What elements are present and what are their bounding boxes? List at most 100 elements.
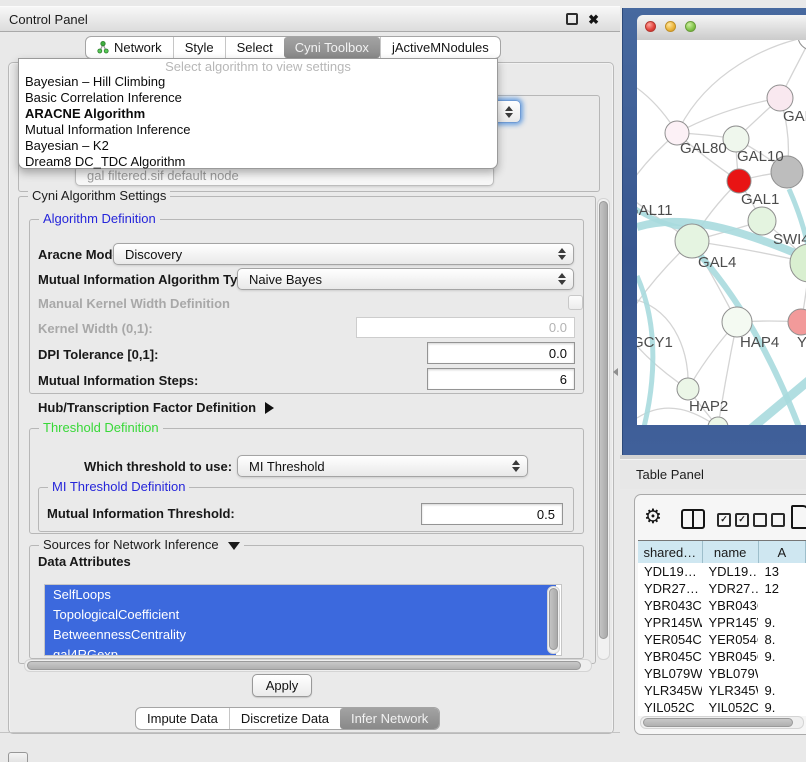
deselect-checks-icon[interactable]	[753, 513, 785, 527]
tab-label: Network	[114, 40, 162, 55]
attributes-scrollbar[interactable]	[547, 586, 560, 654]
select-all-checks-icon[interactable]: ✓✓	[717, 513, 749, 527]
table-row[interactable]: YDR27…YDR27…12	[638, 580, 806, 597]
table-row[interactable]: YBL079WYBL079W	[638, 665, 806, 682]
dropdown-placeholder: Select algorithm to view settings	[19, 59, 497, 74]
which-threshold-value: MI Threshold	[249, 459, 325, 474]
table-cell: YDL19…	[702, 563, 758, 580]
settings-horizontal-scrollbar[interactable]	[24, 659, 592, 672]
gear-icon[interactable]: ⚙	[644, 507, 662, 527]
apply-button[interactable]: Apply	[252, 674, 312, 697]
network-edge[interactable]	[677, 98, 780, 133]
aracne-mode-combo[interactable]: Discovery	[113, 243, 574, 265]
collapse-down-icon[interactable]	[228, 542, 240, 550]
table-row[interactable]: YER054CYER054C8.	[638, 631, 806, 648]
tab-impute-data[interactable]: Impute Data	[136, 708, 229, 729]
combo-arrows-icon	[505, 106, 513, 118]
tab-discretize-data[interactable]: Discretize Data	[229, 708, 340, 729]
scrollbar-thumb[interactable]	[549, 588, 558, 650]
mi-type-combo[interactable]: Naive Bayes	[237, 268, 574, 290]
node-label-gal1: GAL1	[741, 191, 779, 208]
algorithm-option-aracne-algorithm[interactable]: ARACNE Algorithm	[19, 106, 497, 122]
node-top-partial[interactable]	[798, 40, 806, 50]
tab-infer-network[interactable]: Infer Network	[340, 708, 439, 729]
node-label-gal4: GAL4	[698, 254, 736, 271]
tab-jactivemnodules[interactable]: jActiveMNodules	[380, 37, 500, 58]
algorithm-option-bayesian-k2[interactable]: Bayesian – K2	[19, 138, 497, 154]
network-window-titlebar[interactable]	[637, 15, 806, 41]
which-threshold-combo[interactable]: MI Threshold	[237, 455, 528, 477]
close-traffic-light-icon[interactable]	[645, 21, 656, 32]
attribute-item-betweennesscentrality[interactable]: BetweennessCentrality	[45, 625, 556, 645]
algorithm-option-dream8-dc-tdc-algorithm[interactable]: Dream8 DC_TDC Algorithm	[19, 154, 497, 170]
mi-type-value: Naive Bayes	[249, 272, 322, 287]
table-cell	[758, 597, 806, 614]
table-row[interactable]: YPR145WYPR145W9.	[638, 614, 806, 631]
node-below-gal1[interactable]	[748, 207, 776, 235]
node-gal4[interactable]	[675, 224, 709, 258]
hub-definition-toggle[interactable]: Hub/Transcription Factor Definition	[38, 400, 274, 415]
float-window-icon[interactable]	[566, 13, 578, 25]
close-icon[interactable]: ✖	[588, 13, 599, 26]
tab-cyni-toolbox[interactable]: Cyni Toolbox	[284, 37, 380, 58]
table-panel-titlebar[interactable]: Table Panel	[620, 459, 806, 489]
mi-steps-field[interactable]: 6	[427, 368, 575, 390]
new-column-icon[interactable]	[791, 505, 806, 529]
node-label-hap2: HAP2	[689, 398, 728, 415]
node-label-y: Y	[797, 334, 806, 351]
network-icon	[97, 41, 109, 54]
tab-select[interactable]: Select	[225, 37, 284, 58]
threshold-definition-legend: Threshold Definition	[39, 420, 163, 435]
table-row[interactable]: YLR345WYLR345W9.	[638, 682, 806, 699]
network-canvas[interactable]: GALGAL80GAL10GAL1GAL11SWI4GAL4GCY1HAP4YH…	[637, 40, 806, 425]
node-gal1-red[interactable]	[727, 169, 751, 193]
scrollbar-thumb[interactable]	[27, 661, 581, 670]
tab-label: Cyni Toolbox	[295, 40, 369, 55]
attribute-item-gal4rgexp[interactable]: gal4RGexp	[45, 645, 556, 656]
data-attributes-list[interactable]: SelfLoopsTopologicalCoefficientBetweenne…	[44, 584, 562, 656]
control-panel-titlebar[interactable]: Control Panel ✖	[0, 6, 620, 32]
table-row[interactable]: YIL052CYIL052C9.	[638, 699, 806, 716]
scrollbar-thumb[interactable]	[599, 201, 608, 639]
bottom-left-mini-button[interactable]	[8, 752, 28, 762]
expand-right-icon[interactable]	[265, 402, 274, 414]
mi-threshold-field[interactable]: 0.5	[421, 503, 563, 525]
algorithm-option-mutual-information-inference[interactable]: Mutual Information Inference	[19, 122, 497, 138]
table-cell: YPR145W	[638, 614, 702, 631]
node-label-gal11: GAL11	[637, 202, 673, 219]
algorithm-dropdown-popup: Select algorithm to view settings Bayesi…	[18, 58, 498, 169]
network-graph: GALGAL80GAL10GAL1GAL11SWI4GAL4GCY1HAP4YH…	[637, 40, 806, 425]
split-columns-icon[interactable]	[681, 509, 705, 529]
manual-kernel-checkbox[interactable]	[568, 295, 583, 310]
dpi-tolerance-field[interactable]: 0.0	[427, 342, 575, 364]
tab-network[interactable]: Network	[86, 37, 173, 58]
algorithm-option-basic-correlation-inference[interactable]: Basic Correlation Inference	[19, 90, 497, 106]
column-header-name[interactable]: name	[703, 541, 759, 564]
scrollbar-thumb[interactable]	[643, 718, 793, 727]
table-row[interactable]: YBR043CYBR043C	[638, 597, 806, 614]
combo-arrows-icon	[558, 273, 566, 285]
tab-style[interactable]: Style	[173, 37, 225, 58]
sources-legend-text: Sources for Network Inference	[43, 537, 219, 552]
sources-legend[interactable]: Sources for Network Inference	[39, 537, 244, 552]
algorithm-option-bayesian-hill-climbing[interactable]: Bayesian – Hill Climbing	[19, 74, 497, 90]
node-label-gal10: GAL10	[737, 148, 784, 165]
attribute-item-topologicalcoefficient[interactable]: TopologicalCoefficient	[45, 605, 556, 625]
node-hap4[interactable]	[722, 307, 752, 337]
table-horizontal-scrollbar[interactable]	[640, 716, 804, 729]
node-hap2[interactable]	[677, 378, 699, 400]
table-cell: YBR043C	[638, 597, 702, 614]
attribute-item-selfloops[interactable]: SelfLoops	[45, 585, 556, 605]
table-row[interactable]: YDL19…YDL19…13	[638, 563, 806, 580]
panel-resize-handle[interactable]	[613, 368, 618, 376]
desktop: Control Panel ✖ Network StyleSelect Cyni T…	[0, 0, 806, 762]
zoom-traffic-light-icon[interactable]	[685, 21, 696, 32]
settings-vertical-scrollbar[interactable]	[597, 198, 610, 660]
table-cell: YPR145W	[702, 614, 758, 631]
column-header-shared[interactable]: shared…	[638, 541, 703, 564]
minimize-traffic-light-icon[interactable]	[665, 21, 676, 32]
node-salmon[interactable]	[788, 309, 806, 335]
column-header-a[interactable]: A	[759, 541, 806, 564]
table-row[interactable]: YBR045CYBR045C9.	[638, 648, 806, 665]
kernel-width-field[interactable]: 0.0	[356, 317, 575, 338]
